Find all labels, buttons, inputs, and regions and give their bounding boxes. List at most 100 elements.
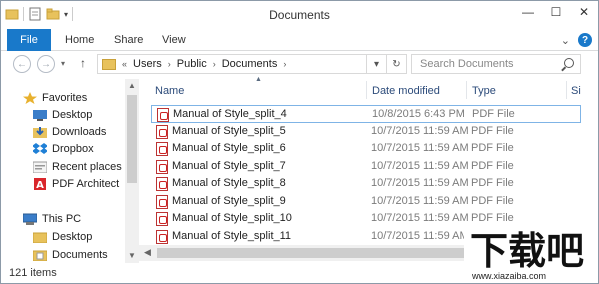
nav-item-pc-documents[interactable]: Documents: [32, 246, 108, 263]
nav-item-label: Documents: [52, 248, 108, 261]
file-name: Manual of Style_split_4: [173, 108, 287, 120]
watermark-url: www.xiazaiba.com: [472, 271, 547, 281]
scroll-down-icon[interactable]: ▼: [128, 251, 136, 260]
help-icon[interactable]: ?: [578, 33, 592, 47]
nav-item-label: Desktop: [52, 108, 93, 121]
column-header-name[interactable]: Name: [155, 81, 184, 101]
close-button[interactable]: ✕: [570, 1, 598, 23]
column-header-date-modified[interactable]: Date modified: [372, 81, 440, 101]
file-date: 10/7/2015 11:59 AM: [371, 125, 469, 137]
file-date: 10/7/2015 11:59 AM: [371, 195, 469, 207]
file-row[interactable]: Manual of Style_split_8 10/7/2015 11:59 …: [151, 175, 581, 193]
up-button[interactable]: ↑: [80, 56, 86, 70]
column-divider[interactable]: [566, 81, 567, 99]
search-input[interactable]: Search Documents: [411, 54, 581, 74]
pdf-file-icon: [156, 230, 168, 244]
minimize-button[interactable]: —: [514, 1, 542, 23]
tab-home[interactable]: Home: [65, 29, 94, 51]
file-name: Manual of Style_split_5: [172, 125, 286, 137]
search-icon: [564, 58, 574, 68]
nav-this-pc[interactable]: This PC: [22, 210, 82, 227]
nav-item-label: Dropbox: [52, 142, 94, 155]
watermark-logo-text: 下载吧: [470, 229, 585, 273]
file-row[interactable]: Manual of Style_split_4 10/8/2015 6:43 P…: [151, 105, 581, 123]
nav-item-downloads[interactable]: Downloads: [33, 123, 106, 140]
address-row: ← → ▾ ↑ « Users › Public › Documents › ▾…: [1, 51, 598, 77]
forward-button[interactable]: →: [37, 55, 55, 73]
file-type: PDF File: [471, 160, 514, 172]
scroll-left-icon[interactable]: ◀: [144, 247, 151, 258]
file-row[interactable]: Manual of Style_split_9 10/7/2015 11:59 …: [151, 193, 581, 211]
scroll-up-icon[interactable]: ▲: [128, 81, 136, 90]
file-type: PDF File: [471, 125, 514, 137]
nav-item-pdf-architect[interactable]: A PDF Architect: [33, 175, 119, 192]
ribbon-right-controls: ⌄ ?: [561, 33, 592, 47]
column-divider[interactable]: [366, 81, 367, 99]
column-header-type[interactable]: Type: [472, 81, 496, 101]
nav-item-pc-desktop[interactable]: Desktop: [32, 228, 93, 245]
nav-favorites[interactable]: Favorites: [23, 89, 87, 106]
pdf-file-icon: [156, 160, 168, 174]
file-type: PDF File: [472, 108, 515, 120]
breadcrumb-users[interactable]: Users: [133, 58, 162, 70]
maximize-button[interactable]: ☐: [542, 1, 570, 23]
tab-view[interactable]: View: [162, 29, 186, 51]
pdf-architect-icon: A: [33, 177, 47, 191]
file-row[interactable]: Manual of Style_split_7 10/7/2015 11:59 …: [151, 158, 581, 176]
recent-locations-icon[interactable]: ▾: [61, 59, 65, 68]
file-type: PDF File: [471, 177, 514, 189]
nav-item-label: Downloads: [52, 125, 107, 138]
address-buttons: ▾ ↻: [366, 55, 406, 73]
file-type: PDF File: [471, 195, 514, 207]
title-bar: ▾ Documents — ☐ ✕: [1, 1, 598, 29]
file-row[interactable]: Manual of Style_split_6 10/7/2015 11:59 …: [151, 140, 581, 158]
file-row[interactable]: Manual of Style_split_5 10/7/2015 11:59 …: [151, 123, 581, 141]
expand-ribbon-icon[interactable]: ⌄: [561, 34, 570, 47]
navigation-pane-scrollbar[interactable]: ▲ ▼: [125, 79, 139, 263]
file-row[interactable]: Manual of Style_split_10 10/7/2015 11:59…: [151, 210, 581, 228]
nav-item-desktop[interactable]: Desktop: [33, 106, 92, 123]
tab-share[interactable]: Share: [114, 29, 143, 51]
address-history-button[interactable]: ▾: [366, 55, 386, 73]
recent-places-icon: [32, 161, 48, 173]
file-date: 10/7/2015 11:59 AM: [371, 177, 469, 189]
ribbon-tabs: File Home Share View ⌄ ?: [1, 29, 598, 51]
scrollbar-thumb[interactable]: [157, 248, 467, 258]
nav-item-label: Recent places: [52, 160, 122, 173]
breadcrumb-public[interactable]: Public: [177, 58, 207, 70]
refresh-button[interactable]: ↻: [386, 55, 406, 73]
file-date: 10/7/2015 11:59 AM: [371, 212, 469, 224]
nav-this-pc-label: This PC: [42, 212, 82, 225]
pdf-file-icon: [156, 195, 168, 209]
desktop-icon: [33, 109, 47, 121]
nav-item-dropbox[interactable]: Dropbox: [32, 140, 94, 157]
watermark-logo: 下载吧 www.xiazaiba.com: [464, 229, 598, 283]
breadcrumb-documents[interactable]: Documents: [222, 58, 278, 70]
back-button[interactable]: ←: [13, 55, 31, 73]
breadcrumb-overflow[interactable]: «: [122, 59, 127, 69]
tab-file[interactable]: File: [7, 29, 51, 51]
item-count: 121 items: [9, 267, 57, 279]
navigation-pane: Favorites Desktop Downloads Dropbox Rece…: [1, 79, 139, 263]
nav-item-recent-places[interactable]: Recent places: [32, 158, 122, 175]
file-date: 10/7/2015 11:59 AM: [371, 230, 469, 242]
column-header-size[interactable]: Si: [571, 81, 581, 101]
scrollbar-thumb[interactable]: [127, 95, 137, 183]
folder-icon: [32, 231, 48, 243]
chevron-right-icon[interactable]: ›: [168, 59, 171, 69]
svg-text:A: A: [36, 180, 44, 190]
downloads-icon: [33, 126, 47, 138]
address-bar[interactable]: « Users › Public › Documents › ▾ ↻: [97, 54, 407, 74]
nav-favorites-label: Favorites: [42, 91, 88, 104]
file-name: Manual of Style_split_8: [172, 177, 286, 189]
file-name: Manual of Style_split_9: [172, 195, 286, 207]
chevron-right-icon[interactable]: ›: [283, 59, 286, 69]
chevron-right-icon[interactable]: ›: [213, 59, 216, 69]
pdf-file-icon: [157, 108, 169, 122]
folder-icon: [102, 58, 116, 70]
sort-ascending-icon: ▲: [255, 76, 262, 83]
nav-item-label: Desktop: [52, 230, 93, 243]
dropbox-icon: [32, 142, 48, 155]
column-divider[interactable]: [466, 81, 467, 99]
star-icon: [23, 91, 37, 104]
